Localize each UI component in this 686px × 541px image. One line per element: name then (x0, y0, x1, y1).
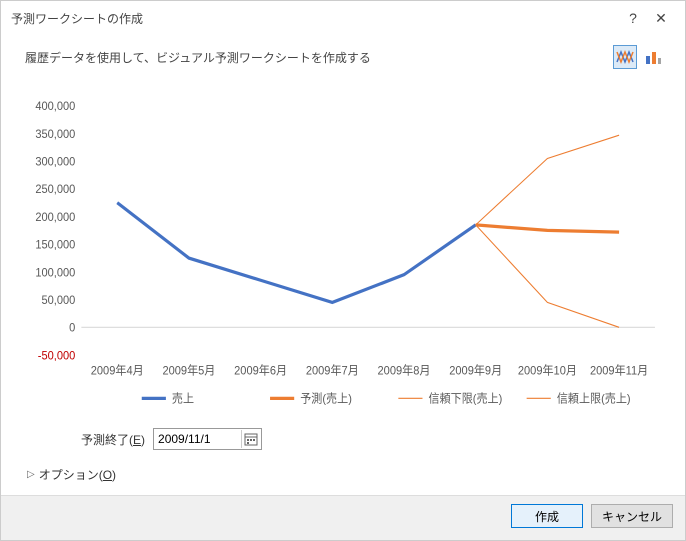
legend-label: 予測(売上) (300, 391, 352, 406)
date-picker-button[interactable] (241, 430, 259, 448)
x-tick-label: 2009年5月 (162, 363, 215, 378)
x-tick-label: 2009年11月 (590, 363, 648, 378)
close-button[interactable]: ✕ (647, 7, 675, 29)
y-tick-label: 250,000 (35, 184, 75, 196)
chart-type-group (613, 45, 665, 69)
y-tick-label: 50,000 (41, 295, 75, 307)
create-button[interactable]: 作成 (511, 504, 583, 528)
dialog-title: 予測ワークシートの作成 (11, 10, 619, 27)
chart-type-bar-button[interactable] (641, 45, 665, 69)
y-tick-label: 350,000 (35, 129, 75, 141)
x-tick-label: 2009年10月 (518, 363, 577, 378)
y-tick-label: 200,000 (35, 212, 75, 224)
x-tick-label: 2009年4月 (91, 363, 144, 378)
x-tick-label: 2009年9月 (449, 363, 502, 378)
y-tick-label: 100,000 (35, 267, 75, 279)
legend-label: 売上 (172, 392, 194, 405)
y-tick-label: 400,000 (35, 101, 75, 113)
line-chart-icon (616, 48, 634, 66)
help-button[interactable]: ? (619, 7, 647, 29)
y-tick-label: -50,000 (38, 350, 76, 362)
series-line (476, 135, 619, 225)
legend-label: 信頼上限(売上) (557, 392, 631, 405)
chart-area: -50,000 0 50,000 100,000 150,000 200,000 250,0… (21, 95, 665, 420)
x-tick-label: 2009年8月 (378, 363, 431, 378)
forecast-chart: -50,000 0 50,000 100,000 150,000 200,000 250,0… (21, 95, 665, 420)
button-bar: 作成 キャンセル (1, 495, 685, 540)
cancel-button[interactable]: キャンセル (591, 504, 673, 528)
calendar-icon (244, 432, 258, 446)
forecast-end-row: 予測終了(E) (81, 428, 665, 450)
titlebar: 予測ワークシートの作成 ? ✕ (1, 1, 685, 35)
forecast-end-label: 予測終了(E) (81, 431, 145, 448)
forecast-dialog: 予測ワークシートの作成 ? ✕ 履歴データを使用して、ビジュアル予測ワークシート… (0, 0, 686, 541)
series-line (476, 225, 619, 232)
x-tick-label: 2009年6月 (234, 363, 287, 378)
chart-type-line-button[interactable] (613, 45, 637, 69)
legend-label: 信頼下限(売上) (429, 392, 503, 405)
series-line (117, 203, 475, 303)
subtitle: 履歴データを使用して、ビジュアル予測ワークシートを作成する (21, 49, 613, 66)
options-label: オプション(O) (39, 466, 116, 483)
options-toggle[interactable]: ▷ オプション(O) (27, 466, 665, 483)
x-tick-label: 2009年7月 (306, 363, 359, 378)
y-tick-label: 300,000 (35, 156, 75, 168)
y-tick-label: 150,000 (35, 239, 75, 251)
subtitle-row: 履歴データを使用して、ビジュアル予測ワークシートを作成する (21, 45, 665, 69)
y-tick-label: 0 (69, 322, 75, 334)
bar-chart-icon (644, 48, 662, 66)
forecast-end-input-wrapper (153, 428, 262, 450)
chevron-right-icon: ▷ (27, 469, 35, 480)
series-line (476, 225, 619, 327)
forecast-end-input[interactable] (156, 430, 236, 448)
